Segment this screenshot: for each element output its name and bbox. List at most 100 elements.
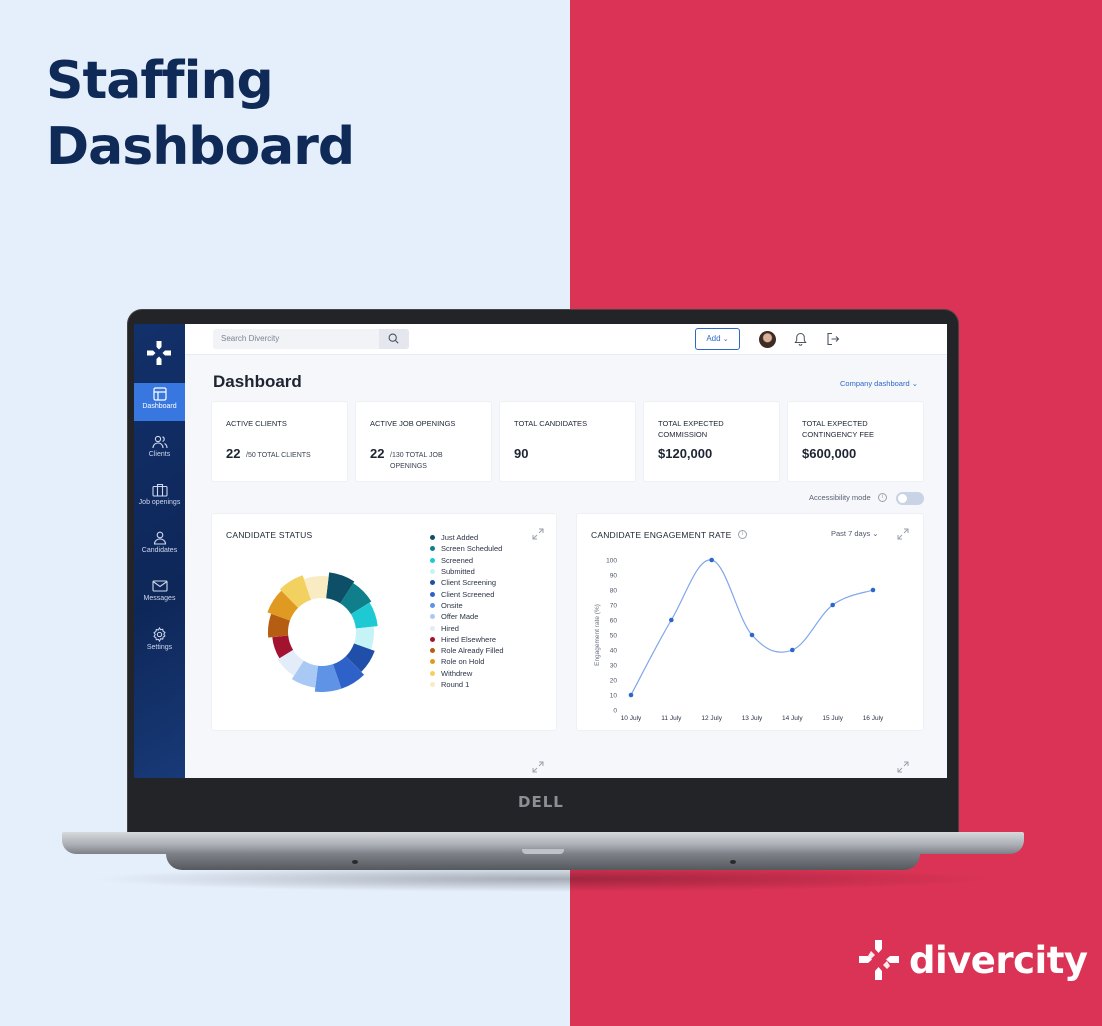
data-point[interactable]: [870, 587, 876, 593]
y-tick-label: 100: [606, 558, 617, 565]
sidebar-item-job-openings[interactable]: Job openings: [134, 479, 185, 517]
users-icon: [151, 435, 168, 449]
y-tick-label: 40: [610, 648, 618, 655]
legend-swatch: [430, 648, 435, 654]
candidate-engagement-card: CANDIDATE ENGAGEMENT RATE i Past 7 days …: [576, 513, 924, 731]
accessibility-mode-toggle[interactable]: [896, 492, 924, 505]
kpi-card-expected-contingency-fee: TOTAL EXPECTED CONTINGENCY FEE $600,000: [787, 401, 924, 482]
mail-icon: [151, 580, 168, 592]
kpi-label: ACTIVE CLIENTS: [226, 419, 287, 428]
brand-logo: divercity: [857, 938, 1088, 982]
legend-label: Submitted: [441, 567, 475, 577]
y-tick-label: 10: [610, 693, 618, 700]
y-tick-label: 70: [610, 603, 618, 610]
kpi-value: 90: [514, 446, 529, 461]
legend-swatch: [430, 614, 435, 620]
legend-swatch: [430, 546, 435, 552]
legend-label: Screen Scheduled: [441, 544, 503, 554]
sidebar-item-candidates[interactable]: Candidates: [134, 527, 185, 565]
legend-swatch: [430, 535, 435, 541]
search-icon: [388, 333, 399, 344]
legend-item: Role on Hold: [430, 656, 504, 667]
legend-swatch: [430, 625, 435, 631]
engagement-series-line: [630, 559, 874, 696]
sidebar-item-messages[interactable]: Messages: [134, 575, 185, 613]
legend-swatch: [430, 682, 435, 687]
y-tick-label: 60: [610, 618, 618, 625]
kpi-card-active-job-openings: ACTIVE JOB OPENINGS 22 /130 TOTAL JOB OP…: [355, 401, 492, 482]
legend-swatch: [430, 636, 435, 642]
sidebar-item-dashboard[interactable]: Dashboard: [134, 383, 185, 421]
legend-item: Client Screened: [430, 588, 504, 599]
x-tick-label: 15 July: [822, 715, 843, 722]
sidebar-item-clients[interactable]: Clients: [134, 431, 185, 469]
kpi-label: ACTIVE JOB OPENINGS: [370, 419, 456, 428]
chevron-down-icon: ⌄: [722, 336, 729, 343]
legend-swatch: [430, 659, 435, 665]
data-point[interactable]: [830, 602, 835, 608]
legend-label: Client Screened: [441, 589, 495, 599]
legend-label: Screened: [441, 555, 474, 565]
sidebar-item-label: Messages: [143, 595, 176, 602]
legend-label: Withdrew: [441, 668, 473, 678]
legend-swatch: [430, 557, 435, 563]
app-logo-icon[interactable]: [146, 340, 172, 366]
y-tick-label: 90: [610, 573, 618, 580]
period-label: Past 7 days: [831, 529, 871, 538]
add-button[interactable]: Add ⌄: [695, 328, 740, 350]
legend-swatch: [430, 602, 435, 608]
data-point[interactable]: [709, 557, 714, 563]
info-icon[interactable]: i: [738, 530, 747, 539]
data-point[interactable]: [628, 692, 634, 698]
bell-icon[interactable]: [794, 332, 807, 346]
brand-name: divercity: [909, 938, 1088, 982]
search-button[interactable]: [379, 329, 409, 349]
kpi-label: TOTAL EXPECTED COMMISSION: [658, 419, 724, 439]
legend-item: Withdrew: [430, 668, 504, 679]
kpi-card-total-candidates: TOTAL CANDIDATES 90: [499, 401, 636, 482]
company-dashboard-dropdown[interactable]: Company dashboard ⌄: [840, 379, 918, 388]
data-point[interactable]: [669, 617, 674, 623]
expand-icon[interactable]: [532, 528, 544, 540]
legend-item: Client Screening: [430, 577, 504, 588]
legend-label: Round 1: [441, 680, 470, 689]
headline-line-1: Staffing: [46, 51, 274, 111]
layout-icon: [152, 387, 167, 401]
candidate-status-donut: [267, 572, 378, 692]
x-tick-label: 10 July: [621, 715, 642, 722]
company-dashboard-label: Company dashboard: [840, 379, 910, 388]
x-tick-label: 14 July: [782, 715, 803, 722]
data-point[interactable]: [749, 632, 755, 638]
y-tick-label: 20: [610, 678, 618, 685]
sidebar-item-label: Candidates: [141, 547, 178, 554]
laptop-foot: [352, 860, 358, 864]
logout-icon[interactable]: [826, 332, 840, 346]
kpi-value: 22: [370, 446, 385, 461]
y-tick-label: 80: [610, 588, 618, 595]
legend-swatch: [430, 670, 435, 676]
laptop-foot: [730, 860, 736, 864]
legend-swatch: [430, 580, 435, 586]
legend-item: Onsite: [430, 600, 504, 611]
legend-item: Role Already Filled: [430, 645, 504, 656]
sidebar-item-label: Job openings: [138, 499, 181, 506]
top-bar: Search Divercity Add ⌄: [185, 324, 947, 355]
expand-icon[interactable]: [897, 528, 909, 540]
engagement-line-chart: 0 10 20 30 40 50 60 70 80 90 100 Engagement rate (%…: [594, 557, 884, 723]
sidebar-item-label: Dashboard: [142, 403, 177, 410]
legend-item: Round 1: [430, 679, 504, 690]
page-headline: Staffing Dashboard: [46, 48, 355, 180]
data-point[interactable]: [790, 647, 795, 653]
expand-icon[interactable]: [897, 761, 909, 773]
info-icon[interactable]: i: [878, 493, 887, 502]
kpi-subtext: /50 TOTAL CLIENTS: [246, 452, 311, 459]
avatar[interactable]: [759, 331, 776, 348]
period-dropdown[interactable]: Past 7 days ⌄: [831, 529, 879, 538]
legend-item: Submitted: [430, 566, 504, 577]
candidate-status-card: CANDIDATE STATUS Just Added Screen Schedu…: [211, 513, 557, 731]
legend-label: Hired: [441, 623, 459, 633]
y-tick-label: 0: [613, 708, 617, 715]
sidebar-item-settings[interactable]: Settings: [134, 623, 185, 661]
expand-icon[interactable]: [532, 761, 544, 773]
laptop-notch: [522, 849, 564, 854]
